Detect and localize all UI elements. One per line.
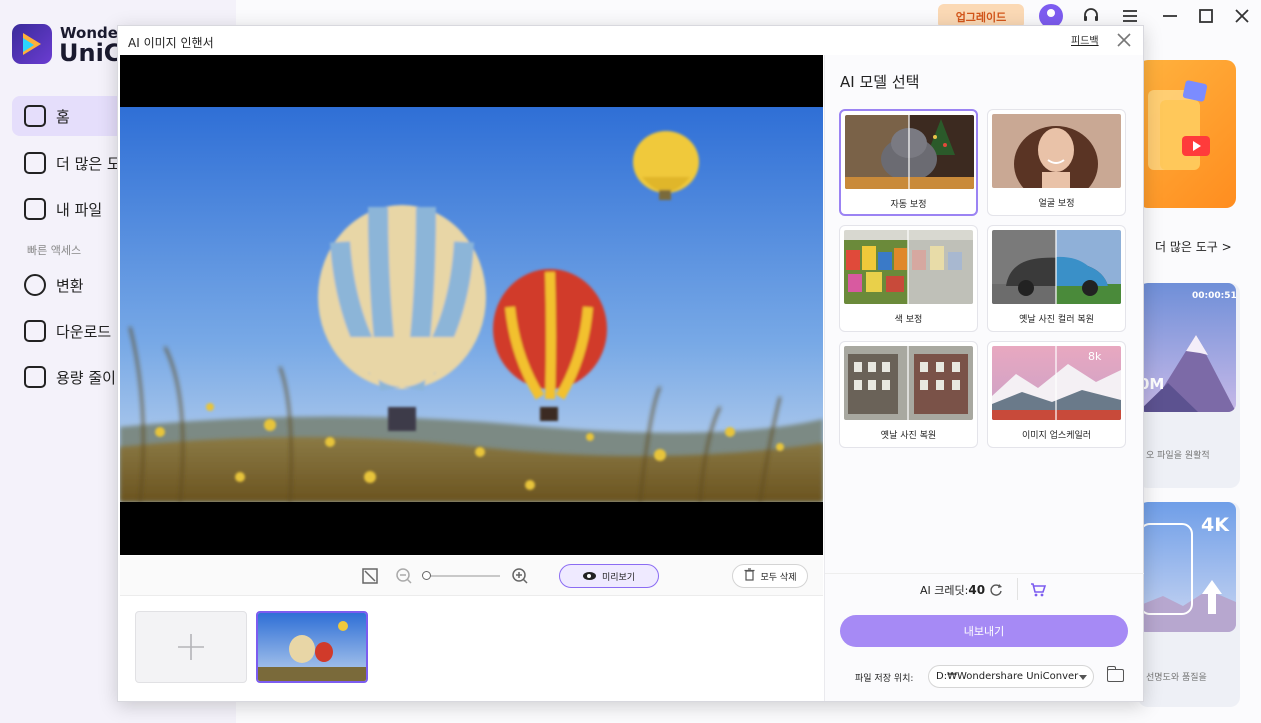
nav-item-label: 다운로드 — [56, 322, 112, 341]
delete-all-button[interactable]: 모두 삭제 — [732, 564, 808, 588]
headset-icon[interactable] — [1081, 6, 1101, 26]
model-label: 옛날 사진 복원 — [880, 431, 937, 441]
save-path-dropdown[interactable]: D:₩Wondershare UniConver — [928, 665, 1094, 688]
model-card-auto-enhance[interactable]: 자동 보정 — [839, 109, 978, 216]
minimize-icon[interactable] — [1160, 6, 1180, 26]
model-card-colorize[interactable]: 옛날 사진 컬러 복원 — [987, 225, 1126, 332]
credits-divider — [1017, 578, 1018, 600]
save-location-label: 파일 저장 위치: — [855, 674, 914, 684]
upscale-8k-badge: 8k — [1088, 350, 1102, 363]
nav-item-label: 내 파일 — [56, 200, 103, 219]
model-label: 얼굴 보정 — [1038, 199, 1075, 209]
download-icon — [24, 320, 46, 342]
upscale-badge: 4K — [1201, 514, 1229, 536]
app-logo — [12, 24, 52, 64]
model-preview-face — [992, 114, 1121, 188]
credits-value: 40 — [968, 583, 986, 597]
preview-button[interactable]: 미리보기 — [559, 564, 659, 588]
model-card-upscaler[interactable]: 8k 이미지 업스케일러 — [987, 341, 1126, 448]
ai-image-enhancer-dialog: AI 이미지 인핸서 피드백 미리보기 모두 삭제 AI 모델 선택 자동 보정… — [117, 25, 1144, 702]
nav-item-label: 변환 — [56, 276, 84, 295]
file-icon — [24, 198, 46, 220]
feature-card-compress[interactable]: 00:00:51 0M 오 파일을 원활적 — [1138, 283, 1240, 488]
dialog-close-icon[interactable] — [1114, 30, 1134, 50]
zoom-in-icon[interactable] — [510, 566, 530, 586]
credits-label: AI 크레딧: — [920, 584, 969, 597]
video-duration: 00:00:51 — [1192, 291, 1237, 301]
promo-card[interactable] — [1138, 60, 1236, 208]
credits-text: AI 크레딧:40 — [920, 582, 985, 598]
cart-icon[interactable] — [1030, 582, 1047, 601]
add-image-button[interactable] — [135, 611, 247, 683]
home-icon — [24, 105, 46, 127]
preview-toolbar: 미리보기 모두 삭제 — [120, 556, 823, 596]
app-close-icon[interactable] — [1232, 6, 1252, 26]
model-label: 이미지 업스케일러 — [1021, 431, 1092, 441]
quick-access-heading: 빠른 액세스 — [27, 244, 82, 257]
chevron-down-icon — [1079, 675, 1087, 680]
fit-screen-icon[interactable] — [360, 566, 380, 586]
model-preview-houses — [844, 230, 973, 304]
feature-card-upscale[interactable]: 4K 선명도와 품질을 — [1138, 502, 1240, 707]
credits-row: AI 크레딧:40 — [825, 573, 1144, 603]
dialog-title: AI 이미지 인핸서 — [128, 36, 214, 50]
maximize-icon[interactable] — [1196, 6, 1216, 26]
export-button[interactable]: 내보내기 — [840, 615, 1128, 647]
model-card-face-enhance[interactable]: 얼굴 보정 — [987, 109, 1126, 216]
model-label: 색 보정 — [894, 315, 923, 325]
menu-icon[interactable] — [1120, 6, 1140, 26]
model-label: 자동 보정 — [890, 200, 927, 210]
trash-icon — [744, 568, 755, 584]
eye-icon — [582, 572, 596, 580]
plus-icon — [178, 634, 204, 660]
image-preview — [120, 55, 823, 555]
feature-card-caption: 오 파일을 원활적 — [1146, 451, 1210, 461]
zoom-out-icon[interactable] — [394, 566, 414, 586]
zoom-slider-track[interactable] — [426, 575, 500, 577]
toolbox-icon — [24, 152, 46, 174]
feedback-link[interactable]: 피드백 — [1071, 32, 1099, 47]
model-preview-cat — [845, 115, 974, 189]
folder-icon[interactable] — [1106, 666, 1124, 682]
ai-model-panel: AI 모델 선택 자동 보정 얼굴 보정 색 보정 옛날 사진 컬러 복원 옛날… — [824, 55, 1144, 701]
model-label: 옛날 사진 컬러 복원 — [1019, 315, 1094, 325]
image-thumbnail[interactable] — [256, 611, 368, 683]
nav-item-label: 홈 — [56, 107, 70, 126]
nav-item-label: 용량 줄이 — [56, 368, 116, 387]
zoom-slider-handle[interactable] — [422, 571, 431, 580]
model-preview-street — [844, 346, 973, 420]
preview-button-label: 미리보기 — [601, 572, 636, 583]
delete-all-label: 모두 삭제 — [760, 572, 797, 583]
refresh-icon[interactable] — [989, 582, 1003, 601]
model-preview-mountain — [992, 346, 1121, 420]
save-path-value: D:₩Wondershare UniConver — [936, 671, 1079, 682]
convert-icon — [24, 274, 46, 296]
compress-icon — [24, 366, 46, 388]
model-card-color-enhance[interactable]: 색 보정 — [839, 225, 978, 332]
model-card-restore[interactable]: 옛날 사진 복원 — [839, 341, 978, 448]
feature-card-caption: 선명도와 품질을 — [1146, 673, 1207, 683]
balloon-image — [120, 107, 823, 502]
model-preview-car — [992, 230, 1121, 304]
thumbnail-strip — [120, 597, 823, 701]
more-tools-link[interactable]: 더 많은 도구 > — [1155, 238, 1232, 255]
panel-title: AI 모델 선택 — [840, 73, 920, 91]
nav-item-label: 더 많은 도 — [56, 154, 121, 173]
